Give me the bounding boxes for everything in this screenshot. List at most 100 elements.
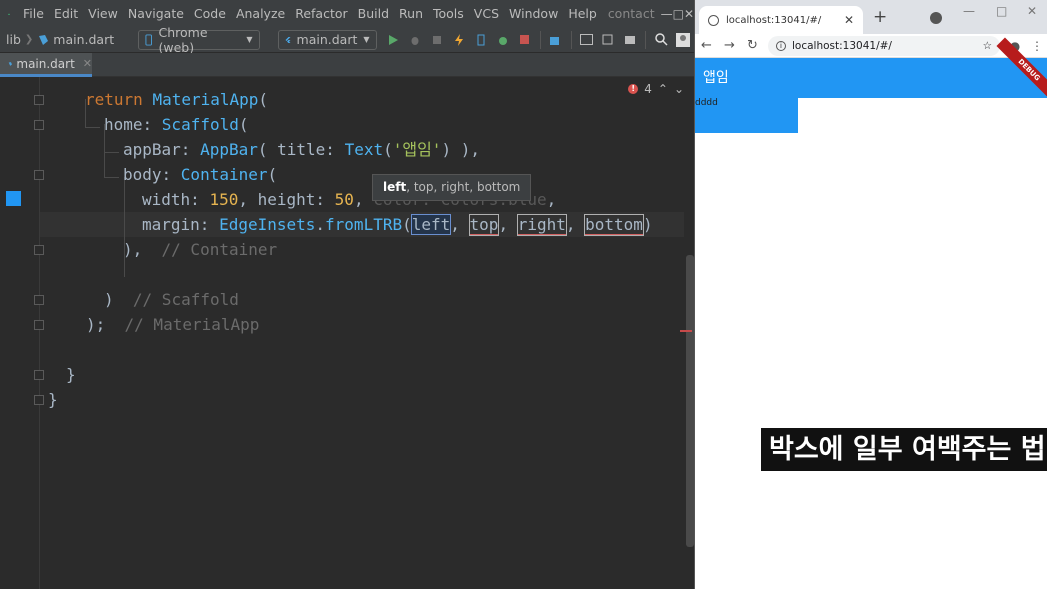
code-token: ( xyxy=(402,215,412,234)
browser-maximize-icon[interactable]: □ xyxy=(996,4,1007,18)
code-token: ( xyxy=(383,140,393,159)
param-placeholder-left[interactable]: left xyxy=(410,214,452,235)
fold-marker-icon[interactable] xyxy=(34,320,44,330)
close-tab-icon[interactable]: ✕ xyxy=(83,57,92,70)
run-icon[interactable] xyxy=(383,29,405,51)
fold-marker-icon[interactable] xyxy=(34,395,44,405)
inspection-widget[interactable]: ! 4 ⌃ ⌄ xyxy=(628,82,684,96)
bookmark-star-icon[interactable]: ☆ xyxy=(983,40,992,52)
menu-window[interactable]: Window xyxy=(504,6,563,21)
code-line-4: body: Container( xyxy=(123,162,277,187)
device-selector[interactable]: Chrome (web) ▼ xyxy=(138,25,260,55)
menu-navigate[interactable]: Navigate xyxy=(123,6,189,21)
tab-search-icon[interactable] xyxy=(930,12,942,24)
terminal-icon[interactable] xyxy=(576,29,598,51)
device-manager-icon[interactable] xyxy=(597,29,619,51)
menu-run[interactable]: Run xyxy=(394,6,428,21)
breadcrumb-lib[interactable]: lib xyxy=(0,32,25,47)
tooltip-current-param: left xyxy=(383,180,407,194)
run-config-label: main.dart xyxy=(296,32,358,47)
breadcrumb-file[interactable]: main.dart xyxy=(33,32,118,47)
menu-vcs[interactable]: VCS xyxy=(469,6,504,21)
code-line-12: } xyxy=(66,362,76,387)
closing-label-comment: // Scaffold xyxy=(132,290,239,309)
attach-debugger-icon[interactable] xyxy=(492,29,514,51)
avatar-icon[interactable] xyxy=(672,29,694,51)
fold-marker-icon[interactable] xyxy=(34,120,44,130)
code-token: Container xyxy=(180,165,268,184)
error-stripe-marker[interactable] xyxy=(680,330,692,332)
code-token: margin: xyxy=(142,215,220,234)
param-placeholder-right[interactable]: right xyxy=(516,214,567,236)
editor-scrollbar[interactable] xyxy=(686,255,694,547)
back-icon[interactable]: ← xyxy=(695,38,718,53)
project-structure-icon[interactable] xyxy=(545,29,567,51)
breadcrumb-separator-icon: ❯ xyxy=(24,34,34,45)
fold-marker-icon[interactable] xyxy=(34,370,44,380)
param-placeholder-bottom[interactable]: bottom xyxy=(584,214,644,236)
run-config-selector[interactable]: main.dart ▼ xyxy=(277,29,377,50)
menu-edit[interactable]: Edit xyxy=(49,6,83,21)
code-line-7: ), // Container xyxy=(123,237,277,262)
ide-close-icon[interactable]: ✕ xyxy=(684,7,694,21)
tab-main-dart[interactable]: main.dart ✕ xyxy=(0,53,92,77)
menu-refactor[interactable]: Refactor xyxy=(290,6,352,21)
flutter-icon xyxy=(285,36,291,43)
menu-help[interactable]: Help xyxy=(563,6,602,21)
parameter-info-tooltip: left, top, right, bottom xyxy=(372,174,532,201)
code-token: Text xyxy=(344,140,384,159)
globe-icon xyxy=(708,14,719,26)
code-editor[interactable]: return MaterialApp( home: Scaffold( appB… xyxy=(0,77,694,589)
code-token: ) xyxy=(642,215,653,234)
code-line-6: margin: EdgeInsets.fromLTRB(left, top, r… xyxy=(142,212,653,237)
code-token: , height: xyxy=(238,190,335,209)
hot-reload-icon[interactable] xyxy=(448,29,470,51)
debug-icon[interactable] xyxy=(404,29,426,51)
hot-restart-icon[interactable] xyxy=(470,29,492,51)
menu-file[interactable]: File xyxy=(18,6,49,21)
forward-icon[interactable]: → xyxy=(718,38,741,53)
next-error-icon[interactable]: ⌄ xyxy=(674,82,684,96)
address-bar[interactable]: i localhost:13041/#/ ☆ xyxy=(768,35,1000,56)
param-placeholder-top[interactable]: top xyxy=(468,214,500,236)
menu-tools[interactable]: Tools xyxy=(428,6,469,21)
browser-minimize-icon[interactable]: — xyxy=(963,4,975,18)
menu-code[interactable]: Code xyxy=(189,6,231,21)
browser-tab[interactable]: localhost:13041/#/ ✕ xyxy=(699,6,863,34)
ide-maximize-icon[interactable]: □ xyxy=(673,7,684,21)
code-token: home: xyxy=(104,115,162,134)
info-icon[interactable]: i xyxy=(776,40,786,51)
profile-icon[interactable] xyxy=(426,29,448,51)
indent-guide xyxy=(85,127,100,128)
menu-analyze[interactable]: Analyze xyxy=(231,6,290,21)
chevron-down-icon: ▼ xyxy=(246,35,253,44)
fold-marker-icon[interactable] xyxy=(34,245,44,255)
new-tab-icon[interactable]: + xyxy=(873,7,887,27)
code-token: return xyxy=(85,90,143,109)
fold-marker-icon[interactable] xyxy=(34,95,44,105)
browser-menu-icon[interactable]: ⋮ xyxy=(1026,39,1047,53)
code-token: } xyxy=(48,390,58,409)
indent-guide xyxy=(124,177,125,277)
code-token: ) xyxy=(104,290,133,309)
menu-view[interactable]: View xyxy=(83,6,123,21)
browser-close-icon[interactable]: ✕ xyxy=(1027,4,1037,18)
menu-build[interactable]: Build xyxy=(353,6,394,21)
breadcrumb-lib-label: lib xyxy=(6,32,21,47)
close-tab-icon[interactable]: ✕ xyxy=(844,13,854,27)
previous-error-icon[interactable]: ⌃ xyxy=(658,82,668,96)
ide-minimize-icon[interactable]: — xyxy=(661,7,673,21)
sdk-manager-icon[interactable] xyxy=(619,29,641,51)
code-token: . xyxy=(315,215,326,234)
fold-marker-icon[interactable] xyxy=(34,170,44,180)
code-token: 50 xyxy=(334,190,354,209)
code-token: fromLTRB xyxy=(325,215,403,234)
device-selector-label: Chrome (web) xyxy=(158,24,208,55)
closing-label-comment: // MaterialApp xyxy=(124,315,260,334)
color-preview-swatch[interactable] xyxy=(6,191,21,206)
stop-icon[interactable] xyxy=(514,29,536,51)
search-icon[interactable] xyxy=(650,29,672,51)
fold-marker-icon[interactable] xyxy=(34,295,44,305)
reload-icon[interactable]: ↻ xyxy=(741,38,764,53)
tooltip-other-params: , top, right, bottom xyxy=(406,180,521,194)
